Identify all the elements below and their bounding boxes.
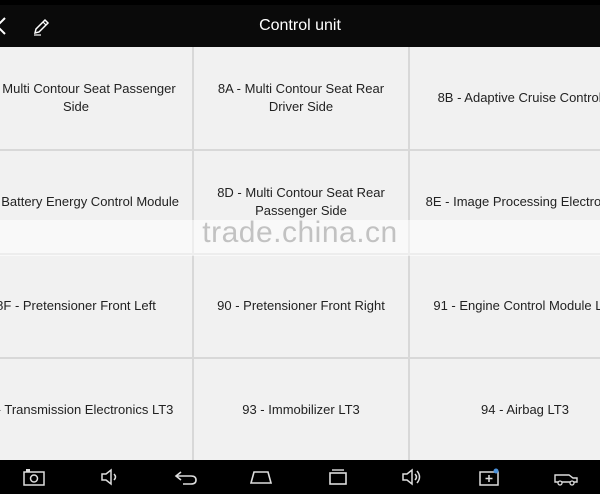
control-unit-label: 8B - Adaptive Cruise Control 2 <box>437 90 600 105</box>
volume-down-icon[interactable] <box>99 466 121 488</box>
control-unit-item[interactable]: 92 - Transmission Electronics LT3 <box>0 359 192 460</box>
control-unit-item[interactable]: 93 - Immobilizer LT3 <box>194 359 408 460</box>
back-icon[interactable] <box>173 466 199 488</box>
recent-apps-icon[interactable] <box>326 466 350 488</box>
control-unit-item[interactable]: 91 - Engine Control Module LT3 <box>410 255 600 357</box>
control-unit-label: 89 - Multi Contour Seat Passenger Side <box>0 81 176 114</box>
control-unit-label: 8A - Multi Contour Seat Rear Driver Side <box>217 81 385 114</box>
control-unit-label: 8D - Multi Contour Seat Rear Passenger S… <box>217 185 385 218</box>
control-unit-item[interactable]: 8B - Adaptive Cruise Control 2 <box>410 47 600 149</box>
top-bar: Control unit <box>0 5 600 47</box>
watermark-text: trade.china.cn <box>202 216 398 249</box>
home-icon[interactable] <box>248 466 274 488</box>
control-unit-label: 91 - Engine Control Module LT3 <box>433 298 600 313</box>
control-unit-label: 92 - Transmission Electronics LT3 <box>0 401 174 417</box>
control-unit-label: 90 - Pretensioner Front Right <box>217 298 385 313</box>
android-nav-bar <box>0 460 600 494</box>
control-unit-label: 94 - Airbag LT3 <box>481 401 569 417</box>
camera-icon[interactable] <box>22 466 46 488</box>
add-screen-icon[interactable] <box>477 466 501 488</box>
control-unit-label: 8E - Image Processing Electronics <box>425 194 600 209</box>
control-unit-item[interactable]: 90 - Pretensioner Front Right <box>194 255 408 357</box>
vehicle-icon[interactable] <box>552 466 580 488</box>
control-unit-item[interactable]: 8A - Multi Contour Seat Rear Driver Side <box>194 47 408 149</box>
control-unit-item[interactable]: 94 - Airbag LT3 <box>410 359 600 460</box>
control-unit-label: 93 - Immobilizer LT3 <box>242 401 360 417</box>
control-unit-item[interactable]: 89 - Multi Contour Seat Passenger Side <box>0 47 192 149</box>
volume-up-icon[interactable] <box>400 466 424 488</box>
page-title: Control unit <box>259 17 341 34</box>
control-unit-label: 8C - Battery Energy Control Module <box>0 194 179 209</box>
control-unit-label: 8F - Pretensioner Front Left <box>0 298 156 313</box>
control-unit-item[interactable]: 8F - Pretensioner Front Left <box>0 255 192 357</box>
